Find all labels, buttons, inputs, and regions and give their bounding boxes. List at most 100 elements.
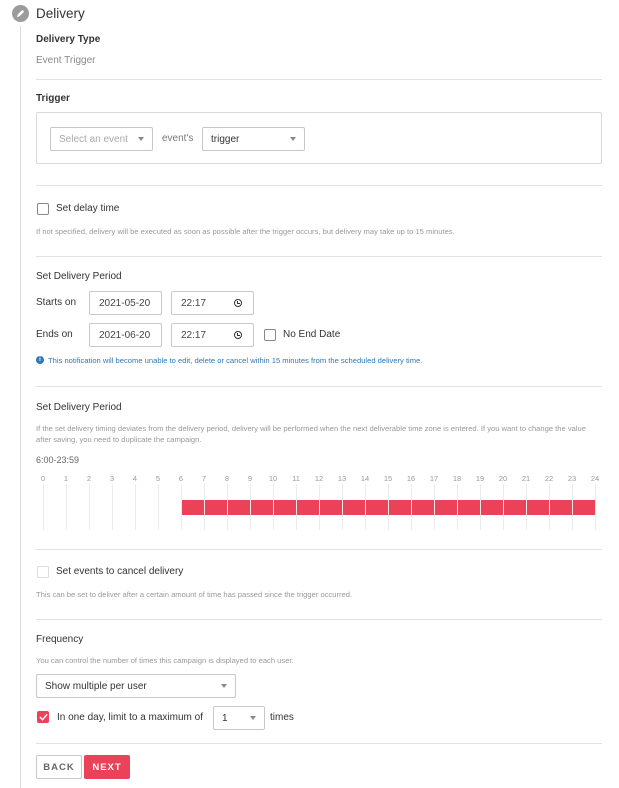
- end-date-value: 2021-06-20: [99, 329, 151, 341]
- trigger-connector-text: event's: [162, 133, 194, 144]
- hour-cell[interactable]: [136, 500, 158, 515]
- hour-tick-label: 7: [201, 474, 207, 483]
- daily-limit-select[interactable]: 1: [213, 706, 265, 730]
- hour-cell-selected[interactable]: [458, 500, 480, 515]
- hour-cell-selected[interactable]: [389, 500, 411, 515]
- hour-cell-selected[interactable]: [412, 500, 434, 515]
- hour-tick-label: 14: [360, 474, 370, 483]
- hour-cell[interactable]: [67, 500, 89, 515]
- time-window-label: Set Delivery Period: [36, 402, 122, 413]
- no-end-date-label[interactable]: No End Date: [283, 329, 340, 340]
- time-range-text: 6:00-23:59: [36, 455, 80, 465]
- daily-limit-suffix: times: [270, 712, 294, 723]
- clock-icon[interactable]: [234, 299, 242, 307]
- chevron-down-icon: [221, 684, 227, 688]
- end-time-input[interactable]: 22:17: [171, 323, 254, 347]
- hour-cell-selected[interactable]: [573, 500, 595, 515]
- hour-tick-label: 23: [567, 474, 577, 483]
- divider: [36, 743, 602, 744]
- daily-limit-checkbox[interactable]: [37, 711, 49, 723]
- hour-tick-label: 2: [86, 474, 92, 483]
- hour-cell-selected[interactable]: [205, 500, 227, 515]
- trigger-label: Trigger: [36, 93, 70, 104]
- hour-cell-selected[interactable]: [274, 500, 296, 515]
- hour-cell-selected[interactable]: [504, 500, 526, 515]
- hour-cell[interactable]: [159, 500, 181, 515]
- time-window-help: If the set delivery timing deviates from…: [36, 424, 586, 444]
- step-timeline-line: [20, 26, 21, 788]
- hour-cell-selected[interactable]: [297, 500, 319, 515]
- delivery-type-value: Event Trigger: [36, 55, 96, 66]
- hour-cell-selected[interactable]: [527, 500, 549, 515]
- delivery-period-label: Set Delivery Period: [36, 271, 122, 282]
- checkmark-icon: [38, 713, 48, 721]
- frequency-mode-select[interactable]: Show multiple per user: [36, 674, 236, 698]
- chevron-down-icon: [290, 137, 296, 141]
- divider: [36, 185, 602, 186]
- hour-tick-label: 4: [132, 474, 138, 483]
- no-end-date-checkbox[interactable]: [264, 329, 276, 341]
- delay-help-text: If not specified, delivery will be execu…: [36, 227, 455, 236]
- frequency-mode-value: Show multiple per user: [45, 680, 147, 692]
- event-property-value: trigger: [211, 133, 240, 145]
- next-button[interactable]: NEXT: [84, 755, 130, 779]
- cancel-events-label[interactable]: Set events to cancel delivery: [56, 566, 183, 577]
- hour-cell[interactable]: [113, 500, 135, 515]
- hour-tick-label: 5: [155, 474, 161, 483]
- hour-cell-selected[interactable]: [343, 500, 365, 515]
- hour-grid-line: [595, 484, 596, 530]
- hour-tick-label: 3: [109, 474, 115, 483]
- start-time-value: 22:17: [181, 297, 207, 309]
- hour-tick-label: 18: [452, 474, 462, 483]
- end-date-input[interactable]: 2021-06-20: [89, 323, 162, 347]
- divider: [36, 256, 602, 257]
- start-date-input[interactable]: 2021-05-20: [89, 291, 162, 315]
- step-title: Delivery: [36, 6, 85, 21]
- daily-limit-value: 1: [222, 712, 228, 724]
- pencil-icon: [12, 5, 29, 22]
- hour-cell-selected[interactable]: [182, 500, 204, 515]
- frequency-help: You can control the number of times this…: [36, 656, 294, 665]
- divider: [36, 79, 602, 80]
- hour-tick-label: 9: [247, 474, 253, 483]
- info-icon: i: [36, 356, 44, 364]
- hour-tick-label: 8: [224, 474, 230, 483]
- hour-tick-label: 22: [544, 474, 554, 483]
- back-button[interactable]: BACK: [36, 755, 82, 779]
- hour-cell-selected[interactable]: [435, 500, 457, 515]
- frequency-label: Frequency: [36, 634, 84, 645]
- hour-cell-selected[interactable]: [320, 500, 342, 515]
- event-select[interactable]: Select an event: [50, 127, 153, 151]
- chevron-down-icon: [250, 716, 256, 720]
- hour-tick-label: 0: [40, 474, 46, 483]
- hour-tick-label: 15: [383, 474, 393, 483]
- hour-cell-selected[interactable]: [481, 500, 503, 515]
- cancel-events-checkbox[interactable]: [37, 566, 49, 578]
- delivery-type-label: Delivery Type: [36, 34, 101, 45]
- info-text: This notification will become unable to …: [48, 356, 423, 365]
- hour-tick-label: 11: [292, 474, 300, 483]
- hour-cell-selected[interactable]: [251, 500, 273, 515]
- event-property-select[interactable]: trigger: [202, 127, 305, 151]
- hour-cell-selected[interactable]: [366, 500, 388, 515]
- hour-cell-selected[interactable]: [550, 500, 572, 515]
- hour-cell-selected[interactable]: [228, 500, 250, 515]
- divider: [36, 549, 602, 550]
- hour-tick-label: 1: [63, 474, 69, 483]
- divider: [36, 619, 602, 620]
- hour-tick-label: 20: [498, 474, 508, 483]
- start-time-input[interactable]: 22:17: [171, 291, 254, 315]
- hour-tick-label: 24: [590, 474, 600, 483]
- hour-tick-label: 19: [475, 474, 485, 483]
- delay-checkbox[interactable]: [37, 203, 49, 215]
- end-time-value: 22:17: [181, 329, 207, 341]
- daily-limit-label[interactable]: In one day, limit to a maximum of: [57, 712, 203, 723]
- hour-cell[interactable]: [90, 500, 112, 515]
- hour-tick-label: 12: [314, 474, 324, 483]
- divider: [36, 386, 602, 387]
- hour-cell[interactable]: [44, 500, 66, 515]
- clock-icon[interactable]: [234, 331, 242, 339]
- hour-tick-label: 17: [429, 474, 439, 483]
- hour-tick-label: 6: [178, 474, 184, 483]
- delay-checkbox-label[interactable]: Set delay time: [56, 203, 119, 214]
